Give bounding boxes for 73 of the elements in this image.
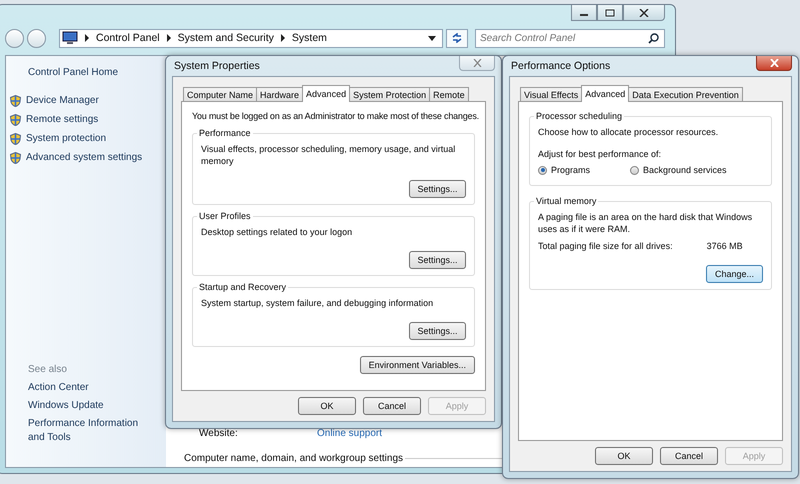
group-description: Choose how to allocate processor resources. [538, 126, 720, 138]
breadcrumb-item[interactable]: System and Security [178, 32, 274, 44]
website-label: Website: [199, 428, 239, 439]
see-also-heading: See also [28, 364, 68, 375]
tab[interactable]: Hardware [256, 87, 304, 101]
group-title: Startup and Recovery [197, 281, 288, 294]
group-description: System startup, system failure, and debugging information [201, 297, 434, 309]
tab[interactable]: Advanced [581, 85, 630, 102]
shield-icon [10, 114, 21, 126]
shield-icon [10, 133, 21, 145]
dropdown-icon [428, 36, 436, 40]
tab[interactable]: Remote [429, 87, 469, 101]
shield-icon [10, 95, 21, 107]
tab[interactable]: Visual Effects [520, 87, 582, 101]
tab[interactable]: Advanced [302, 85, 350, 102]
environment-variables-button[interactable]: Environment Variables... [360, 356, 475, 374]
radio-button[interactable] [538, 166, 547, 174]
close-button[interactable] [756, 56, 792, 71]
settings-button[interactable]: Settings... [409, 180, 466, 198]
close-button[interactable] [623, 5, 665, 21]
chevron-icon [280, 34, 286, 42]
chevron-icon [166, 34, 172, 42]
breadcrumb-item[interactable]: System [292, 32, 327, 44]
total-value: 3766 MB [706, 240, 743, 252]
sidebar-link[interactable]: Advanced system settings [26, 151, 142, 165]
sidebar-link[interactable]: Action Center [28, 381, 156, 395]
dialog-button[interactable]: OK [595, 447, 653, 465]
group-title: Processor scheduling [534, 110, 624, 123]
address-bar[interactable]: Control Panel System and Security System [59, 28, 443, 48]
group-title: Virtual memory [534, 195, 598, 208]
close-icon [770, 59, 778, 67]
refresh-icon [451, 33, 463, 43]
dialog-button[interactable]: Cancel [660, 447, 718, 465]
search-field[interactable]: Search Control Panel [475, 28, 665, 48]
back-button[interactable] [5, 28, 24, 48]
forward-button[interactable] [27, 28, 46, 48]
close-icon [639, 8, 649, 16]
total-label: Total paging file size for all drives: [538, 240, 673, 252]
dialog-title: Performance Options [511, 60, 610, 72]
settings-button[interactable]: Settings... [409, 322, 466, 340]
maximize-button[interactable] [597, 5, 623, 21]
breadcrumb-item[interactable]: Control Panel [96, 32, 160, 44]
group-description: Visual effects, processor scheduling, memory usage, and virtual memory [201, 143, 456, 167]
computer-icon [62, 31, 78, 45]
tab[interactable]: Computer Name [183, 87, 258, 101]
dialog-button[interactable]: Cancel [363, 397, 421, 415]
tab[interactable]: System Protection [349, 87, 430, 101]
search-icon [648, 32, 659, 44]
sidebar-link[interactable]: System protection [26, 132, 106, 146]
sidebar-link[interactable]: Windows Update [28, 399, 156, 413]
online-support-link[interactable]: Online support [317, 428, 382, 439]
tab[interactable]: Data Execution Prevention [628, 87, 743, 101]
change-button[interactable]: Change... [706, 265, 763, 283]
close-icon [472, 59, 482, 67]
sidebar-link[interactable]: Remote settings [26, 113, 98, 127]
radio-option[interactable]: Background services [630, 165, 727, 175]
prompt-text: Adjust for best performance of: [538, 148, 662, 160]
restore-icon [605, 8, 615, 16]
group-description: Desktop settings related to your logon [201, 226, 354, 238]
dialog-button[interactable]: OK [298, 397, 356, 415]
shield-icon [10, 152, 21, 164]
radio-button[interactable] [630, 166, 640, 174]
refresh-button[interactable] [446, 28, 468, 48]
radio-option[interactable]: Programs [538, 165, 590, 175]
dialog-title: System Properties [174, 60, 260, 72]
sidebar-link[interactable]: Device Manager [26, 94, 99, 108]
settings-button[interactable]: Settings... [409, 251, 466, 269]
group-description: A paging file is an area on the hard disk that Windows uses as if it were RAM. [538, 211, 754, 235]
sidebar-link[interactable]: Performance Information and Tools [28, 417, 156, 445]
sidebar-link[interactable]: Control Panel Home [28, 66, 166, 80]
section-heading: Computer name, domain, and workgroup settings [184, 453, 404, 464]
minimize-button[interactable] [571, 5, 597, 21]
chevron-icon [84, 34, 90, 42]
